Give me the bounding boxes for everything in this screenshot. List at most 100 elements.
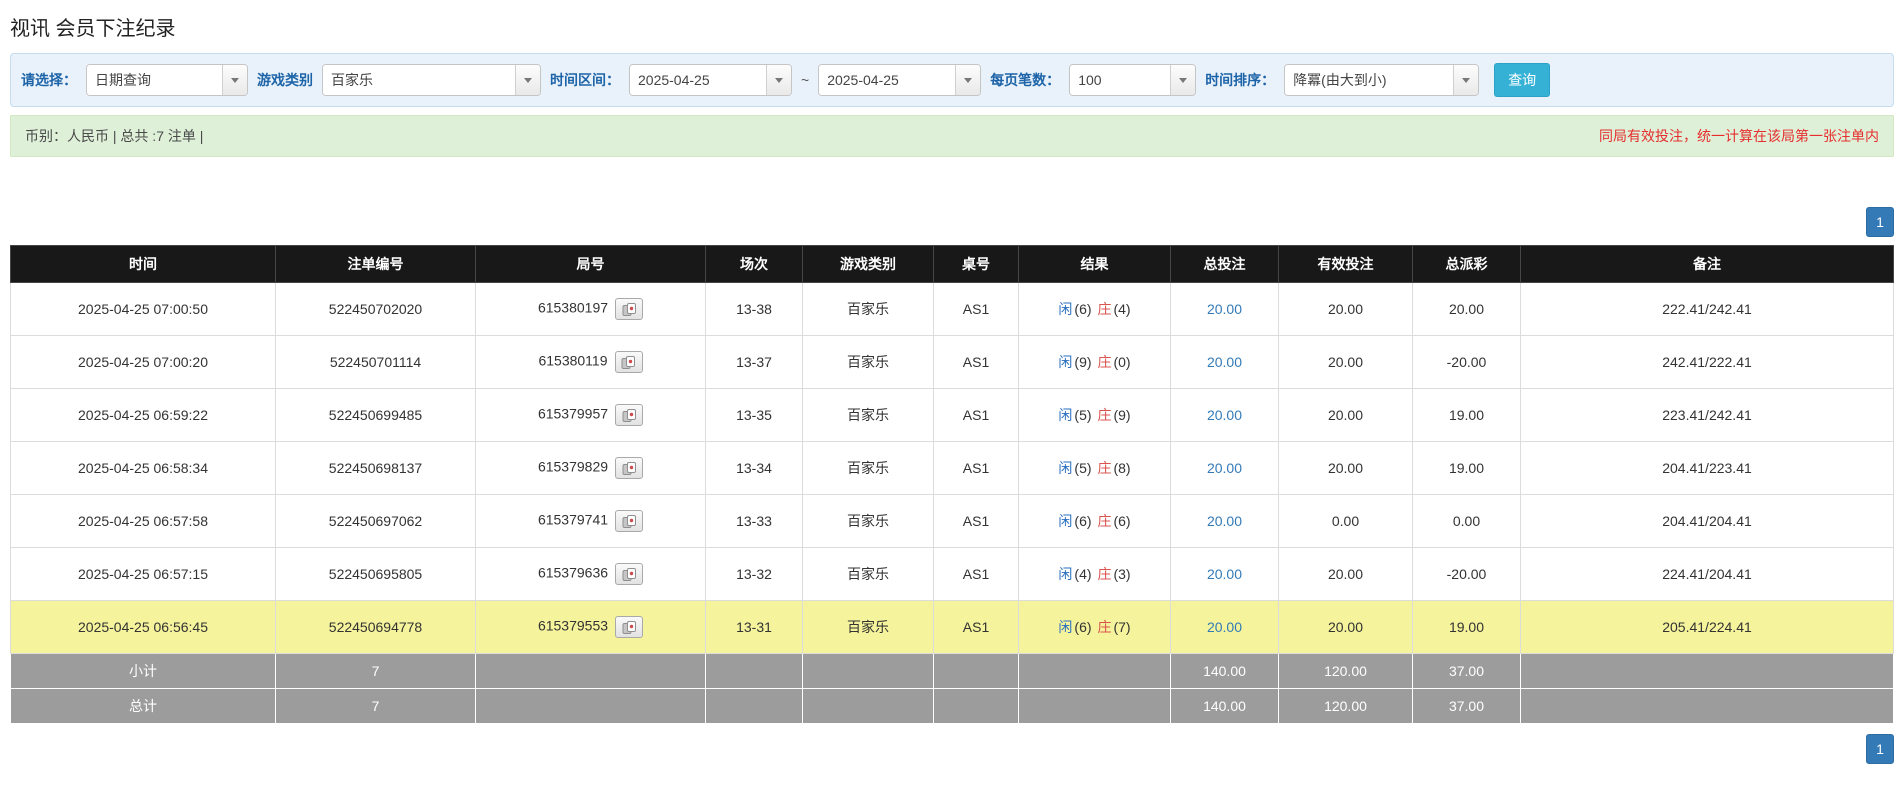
chevron-down-icon <box>964 77 973 83</box>
game-type-cell: 百家乐 <box>802 388 934 442</box>
round-id-cell: 615380197 <box>475 282 706 336</box>
query-type-dropdown-button[interactable] <box>222 65 247 95</box>
view-cards-button[interactable] <box>615 510 644 532</box>
page-size-combobox <box>1069 64 1197 96</box>
total-bet-link[interactable]: 20.00 <box>1207 301 1242 317</box>
query-type-label: 请选择： <box>21 72 77 88</box>
date-to-input[interactable] <box>819 65 956 95</box>
grand-total-payout: 37.00 <box>1412 688 1521 724</box>
header-total-bet: 总投注 <box>1170 245 1279 283</box>
player-result-label: 闲 <box>1058 354 1073 370</box>
banker-result-label: 庄 <box>1097 566 1112 582</box>
pagination-top: 1 <box>10 207 1894 237</box>
time-cell: 2025-04-25 06:57:58 <box>10 494 276 548</box>
banker-result-label: 庄 <box>1097 513 1112 529</box>
session-cell: 13-37 <box>705 335 803 389</box>
total-bet-link[interactable]: 20.00 <box>1207 354 1242 370</box>
header-remark: 备注 <box>1520 245 1894 283</box>
empty-cell <box>933 653 1019 689</box>
game-type-dropdown-button[interactable] <box>515 65 540 95</box>
search-button[interactable]: 查询 <box>1494 63 1551 97</box>
total-bet-cell: 20.00 <box>1170 441 1279 495</box>
payout-cell: 0.00 <box>1412 494 1521 548</box>
table-no-cell: AS1 <box>933 282 1019 336</box>
bet-id-cell: 522450695805 <box>275 547 476 601</box>
total-bet-link[interactable]: 20.00 <box>1207 566 1242 582</box>
player-result-value: (6) <box>1074 301 1092 317</box>
sort-order-input[interactable] <box>1285 65 1454 95</box>
player-result-label: 闲 <box>1058 460 1073 476</box>
view-cards-button[interactable] <box>615 404 644 426</box>
session-cell: 13-35 <box>705 388 803 442</box>
table-no-cell: AS1 <box>933 441 1019 495</box>
banker-result-value: (0) <box>1113 354 1131 370</box>
player-result-label: 闲 <box>1058 566 1073 582</box>
subtotal-count: 7 <box>275 653 476 689</box>
game-type-input[interactable] <box>323 65 515 95</box>
view-cards-button[interactable] <box>615 563 644 585</box>
filter-bar: 请选择： 游戏类别 时间区间： ~ 每页笔数： 时间排序： 查询 <box>10 53 1894 107</box>
valid-bet-cell: 0.00 <box>1278 494 1413 548</box>
total-bet-link[interactable]: 20.00 <box>1207 407 1242 423</box>
date-to-dropdown-button[interactable] <box>955 65 981 95</box>
query-type-input[interactable] <box>87 65 222 95</box>
total-bet-cell: 20.00 <box>1170 547 1279 601</box>
round-id-cell: 615380119 <box>475 335 706 389</box>
view-cards-button[interactable] <box>615 616 644 638</box>
game-type-cell: 百家乐 <box>802 547 934 601</box>
time-cell: 2025-04-25 06:56:45 <box>10 600 276 654</box>
view-cards-button[interactable] <box>615 457 644 479</box>
session-cell: 13-33 <box>705 494 803 548</box>
game-type-label: 游戏类别 <box>257 72 313 88</box>
date-from-dropdown-button[interactable] <box>766 65 791 95</box>
remark-cell: 242.41/222.41 <box>1520 335 1894 389</box>
page-size-input[interactable] <box>1070 65 1171 95</box>
game-type-cell: 百家乐 <box>802 494 934 548</box>
total-bet-link[interactable]: 20.00 <box>1207 460 1242 476</box>
pagination-page-button[interactable]: 1 <box>1866 207 1894 237</box>
total-bet-cell: 20.00 <box>1170 494 1279 548</box>
bet-id-cell: 522450694778 <box>275 600 476 654</box>
valid-bet-cell: 20.00 <box>1278 441 1413 495</box>
round-id-cell: 615379553 <box>475 600 706 654</box>
header-session: 场次 <box>705 245 803 283</box>
round-id-text: 615379553 <box>537 617 609 634</box>
chevron-down-icon <box>524 77 532 83</box>
banker-result-value: (4) <box>1113 301 1131 317</box>
view-cards-button[interactable] <box>615 298 644 320</box>
banker-result-label: 庄 <box>1097 301 1112 317</box>
total-bet-link[interactable]: 20.00 <box>1207 513 1242 529</box>
header-round-id: 局号 <box>475 245 706 283</box>
time-cell: 2025-04-25 07:00:20 <box>10 335 276 389</box>
payout-cell: 19.00 <box>1412 600 1521 654</box>
total-bet-link[interactable]: 20.00 <box>1207 619 1242 635</box>
subtotal-payout: 37.00 <box>1412 653 1521 689</box>
page-size-dropdown-button[interactable] <box>1170 65 1196 95</box>
player-result-value: (5) <box>1074 407 1092 423</box>
valid-bet-cell: 20.00 <box>1278 335 1413 389</box>
date-from-input[interactable] <box>630 65 766 95</box>
cards-icon <box>622 461 636 475</box>
view-cards-button[interactable] <box>614 351 643 373</box>
table-no-cell: AS1 <box>933 600 1019 654</box>
player-result-value: (6) <box>1074 619 1092 635</box>
date-range-label: 时间区间： <box>550 72 620 88</box>
summary-totals-text: 币别：人民币 | 总共 :7 注单 | <box>25 128 204 144</box>
grand-total-row: 总计 7 140.00 120.00 37.00 <box>10 688 1894 724</box>
bet-records-table: 时间 注单编号 局号 场次 游戏类别 桌号 结果 总投注 有效投注 总派彩 备注… <box>10 245 1894 724</box>
round-id-cell: 615379636 <box>475 547 706 601</box>
bet-id-cell: 522450697062 <box>275 494 476 548</box>
empty-cell <box>705 653 803 689</box>
pagination-page-button[interactable]: 1 <box>1866 734 1894 764</box>
round-id-text: 615379636 <box>537 564 609 581</box>
player-result-label: 闲 <box>1058 619 1073 635</box>
summary-note-text: 同局有效投注，统一计算在该局第一张注单内 <box>1599 128 1879 144</box>
remark-cell: 204.41/223.41 <box>1520 441 1894 495</box>
table-no-cell: AS1 <box>933 547 1019 601</box>
table-header-row: 时间 注单编号 局号 场次 游戏类别 桌号 结果 总投注 有效投注 总派彩 备注 <box>10 245 1894 283</box>
table-row: 2025-04-25 07:00:20 522450701114 6153801… <box>10 335 1894 389</box>
result-cell: 闲 (5) 庄 (8) <box>1018 441 1171 495</box>
sort-order-dropdown-button[interactable] <box>1453 65 1479 95</box>
result-cell: 闲 (6) 庄 (6) <box>1018 494 1171 548</box>
time-cell: 2025-04-25 06:57:15 <box>10 547 276 601</box>
